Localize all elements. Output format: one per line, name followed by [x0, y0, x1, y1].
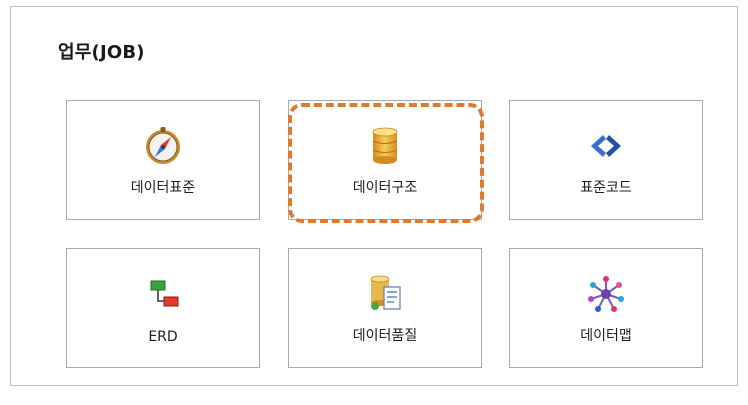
tile-label: 데이터품질 — [352, 328, 418, 344]
tile-label: 데이터맵 — [580, 328, 632, 344]
tile-label: 데이터구조 — [352, 180, 418, 196]
data-map-network-icon — [588, 276, 624, 312]
tile-erd[interactable]: ERD — [66, 248, 260, 368]
database-icon — [372, 127, 398, 164]
erd-diagram-icon — [150, 280, 179, 307]
tile-standard-code[interactable]: 표준코드 — [509, 100, 703, 220]
code-icon — [591, 135, 621, 157]
tile-data-structure[interactable]: 데이터구조 — [288, 100, 482, 220]
tile-label: 데이터표준 — [130, 180, 196, 196]
tile-label: ERD — [148, 329, 178, 345]
compass-icon — [146, 127, 180, 164]
tile-label: 표준코드 — [580, 180, 632, 196]
data-quality-icon — [370, 275, 401, 310]
tile-data-map[interactable]: 데이터맵 — [509, 248, 703, 368]
tile-data-standard[interactable]: 데이터표준 — [66, 100, 260, 220]
tile-data-quality[interactable]: 데이터품질 — [288, 248, 482, 368]
section-title: 업무(JOB) — [58, 42, 145, 63]
